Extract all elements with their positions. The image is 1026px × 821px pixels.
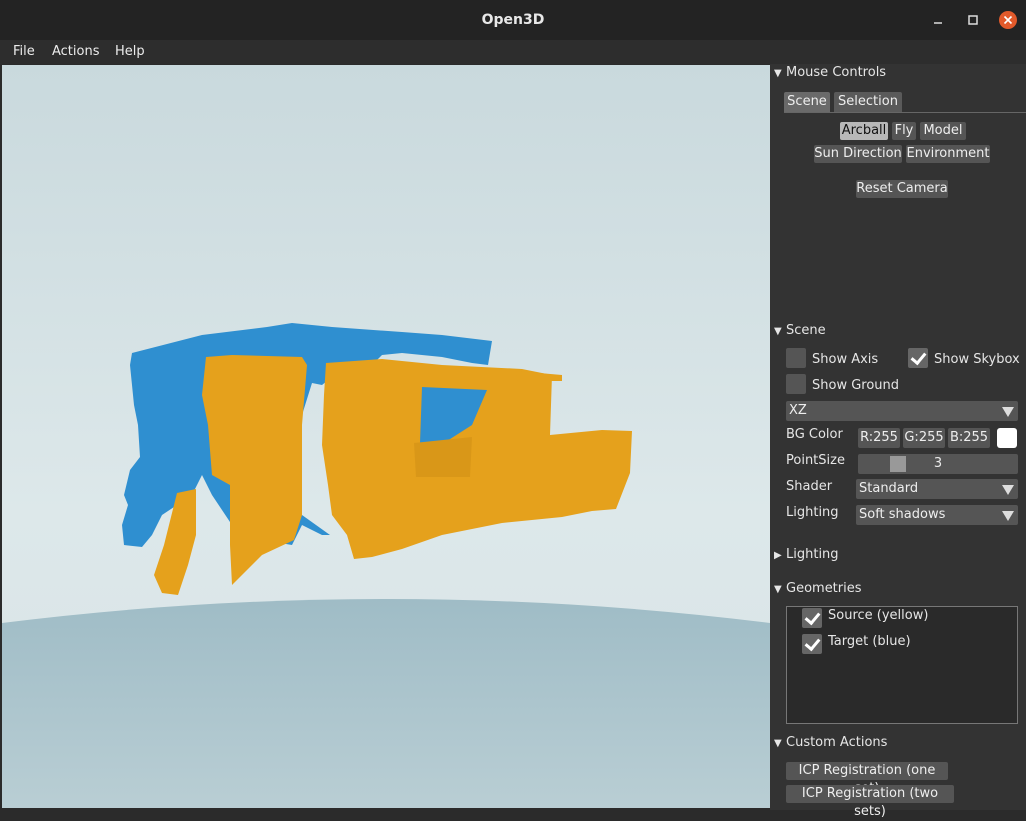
show-axis-label: Show Axis [812,352,879,367]
source-point-cloud [154,355,632,595]
show-ground-checkbox[interactable] [786,374,806,394]
collapse-triangle-icon: ▼ [774,326,782,337]
maximize-button[interactable] [963,10,983,30]
bg-red-field[interactable]: R:255 [858,428,900,448]
menu-bar: File Actions Help [0,40,1026,64]
settings-panel: ▼ Mouse Controls Scene Selection Arcball … [770,64,1026,819]
show-ground-label: Show Ground [812,378,900,393]
plane-dropdown[interactable]: XZ [786,401,1018,421]
point-size-slider[interactable]: 3 [858,454,1018,474]
expand-triangle-icon: ▶ [774,550,782,561]
arcball-button[interactable]: Arcball [840,122,888,140]
collapse-triangle-icon: ▼ [774,68,782,79]
source-label[interactable]: Source (yellow) [828,608,928,623]
menu-help[interactable]: Help [115,44,145,59]
sun-direction-button[interactable]: Sun Direction [814,145,902,163]
3d-viewport[interactable] [2,65,770,808]
tab-scene[interactable]: Scene [784,92,830,112]
close-button[interactable] [998,10,1018,30]
tab-divider [784,112,1026,113]
lighting-label: Lighting [786,505,839,520]
collapse-triangle-icon: ▼ [774,738,782,749]
show-axis-checkbox[interactable] [786,348,806,368]
geometries-list: Source (yellow) Target (blue) [786,606,1018,724]
bg-blue-field[interactable]: B:255 [948,428,990,448]
shader-dropdown[interactable]: Standard [856,479,1018,499]
menu-file[interactable]: File [13,44,35,59]
show-skybox-label: Show Skybox [934,352,1020,367]
target-checkbox[interactable] [802,634,822,654]
bg-color-label: BG Color [786,427,843,442]
point-cloud-scene[interactable] [2,65,770,808]
reset-camera-button[interactable]: Reset Camera [856,180,948,198]
minimize-icon [934,22,942,24]
lighting-dropdown[interactable]: Soft shadows [856,505,1018,525]
window-title: Open3D [481,12,545,28]
minimize-button[interactable] [928,10,948,30]
source-checkbox[interactable] [802,608,822,628]
close-icon [999,11,1017,29]
environment-button[interactable]: Environment [906,145,990,163]
fly-button[interactable]: Fly [892,122,916,140]
target-label[interactable]: Target (blue) [828,634,911,649]
bg-green-field[interactable]: G:255 [903,428,945,448]
collapse-triangle-icon: ▼ [774,584,782,595]
tab-selection[interactable]: Selection [834,92,902,112]
maximize-icon [968,15,978,25]
mouse-controls-header[interactable]: ▼ Mouse Controls [774,65,886,80]
geometries-header[interactable]: ▼ Geometries [774,581,862,596]
chevron-down-icon [1002,407,1014,417]
ground-plane [2,599,770,808]
menu-actions[interactable]: Actions [52,44,100,59]
model-button[interactable]: Model [920,122,966,140]
scene-header[interactable]: ▼ Scene [774,323,826,338]
lighting-header[interactable]: ▶ Lighting [774,547,839,562]
point-size-label: PointSize [786,453,845,468]
chevron-down-icon [1002,511,1014,521]
source-inner-frame [414,437,472,477]
custom-actions-header[interactable]: ▼ Custom Actions [774,735,887,750]
point-size-value: 3 [933,456,943,471]
chevron-down-icon [1002,485,1014,495]
icp-one-set-button[interactable]: ICP Registration (one set) [786,762,948,796]
bg-color-swatch[interactable] [997,428,1017,448]
title-bar: Open3D [0,0,1026,40]
shader-label: Shader [786,479,833,494]
icp-two-sets-button[interactable]: ICP Registration (two sets) [786,785,954,819]
show-skybox-checkbox[interactable] [908,348,928,368]
